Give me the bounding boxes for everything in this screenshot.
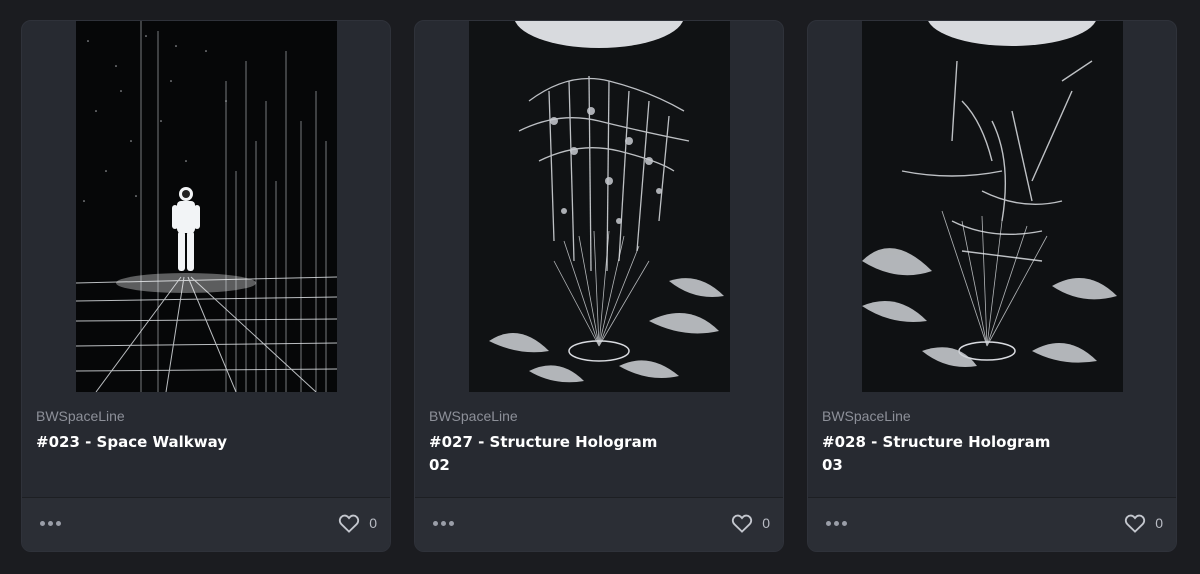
heart-icon[interactable] [1124,513,1146,533]
nft-card-grid: BWSpaceLine #023 - Space Walkway 0 BWSpa… [0,0,1200,574]
nft-card[interactable]: BWSpaceLine #027 - Structure Hologram 02… [414,20,784,552]
heart-icon[interactable] [731,513,753,533]
card-footer: 0 [415,497,783,551]
like-count: 0 [1155,515,1163,531]
heart-icon[interactable] [338,513,360,533]
like-button[interactable]: 0 [338,512,377,534]
collection-name[interactable]: BWSpaceLine [36,408,125,424]
more-options-icon[interactable] [826,516,850,530]
nft-title[interactable]: #027 - Structure Hologram 02 [429,431,679,477]
collection-name[interactable]: BWSpaceLine [429,408,518,424]
more-options-icon[interactable] [433,516,457,530]
like-count: 0 [762,515,770,531]
card-footer: 0 [808,497,1176,551]
nft-artwork-image[interactable] [469,21,730,392]
nft-card[interactable]: BWSpaceLine #023 - Space Walkway 0 [21,20,391,552]
like-count: 0 [369,515,377,531]
nft-title[interactable]: #023 - Space Walkway [36,431,286,454]
like-button[interactable]: 0 [731,512,770,534]
more-options-icon[interactable] [40,516,64,530]
nft-card[interactable]: BWSpaceLine #028 - Structure Hologram 03… [807,20,1177,552]
nft-title[interactable]: #028 - Structure Hologram 03 [822,431,1072,477]
like-button[interactable]: 0 [1124,512,1163,534]
nft-artwork-image[interactable] [862,21,1123,392]
collection-name[interactable]: BWSpaceLine [822,408,911,424]
card-footer: 0 [22,497,390,551]
nft-artwork-image[interactable] [76,21,337,392]
